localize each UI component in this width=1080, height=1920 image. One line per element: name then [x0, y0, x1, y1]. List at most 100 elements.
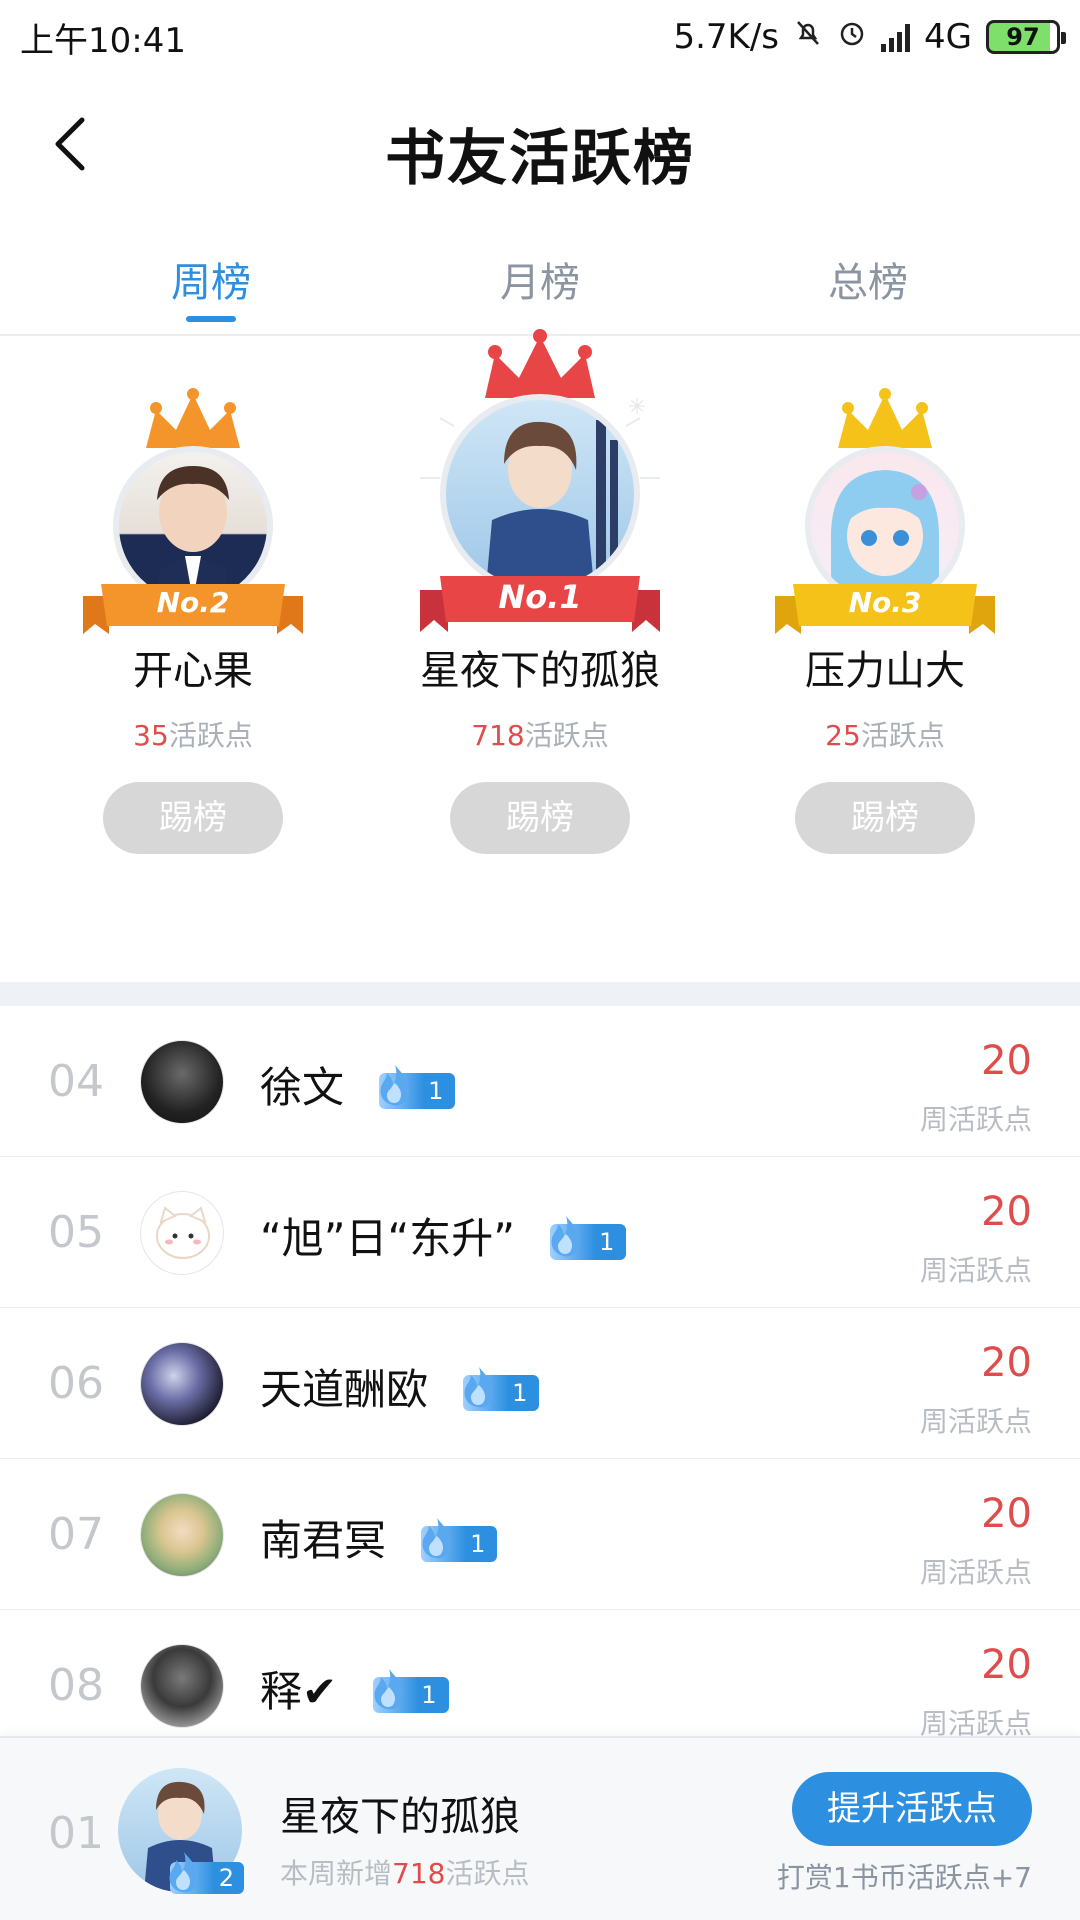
podium: No.2 开心果 35活跃点 踢榜 ✳ No.1 星夜下的孤狼 718活跃点 踢…: [0, 329, 1080, 978]
level-number: 2: [218, 1864, 234, 1892]
list-item[interactable]: 06 天道酬欧 1 20 周活跃点: [0, 1308, 1080, 1459]
user-row-name: 南君冥 1: [260, 1507, 498, 1568]
page-title: 书友活跃榜: [385, 124, 695, 194]
flame-icon: [464, 1366, 494, 1407]
svg-text:✳: ✳: [628, 395, 646, 420]
rank-number: 08: [48, 1660, 104, 1711]
points-value: 718: [471, 719, 525, 752]
crown-icon: [838, 388, 932, 448]
points-suffix: 活跃点: [168, 719, 253, 752]
kick-button[interactable]: 踢榜: [795, 782, 975, 854]
tab-weekly[interactable]: 周榜: [111, 250, 311, 322]
rank-number: 05: [48, 1207, 104, 1258]
level-badge: 1: [463, 1366, 540, 1411]
points-value: 35: [133, 719, 169, 752]
podium-third: No.3 压力山大 25活跃点 踢榜: [735, 388, 1035, 854]
points-value: 20: [981, 1340, 1032, 1386]
page: 上午10:41 5.7K/s 4G 97 书友活跃榜 周榜 月榜 总榜 No.2…: [0, 0, 1080, 1920]
network-speed: 5.7K/s: [673, 17, 780, 57]
podium-second: No.2 开心果 35活跃点 踢榜: [43, 388, 343, 854]
points-value: 20: [981, 1189, 1032, 1235]
sub-value: 718: [392, 1857, 446, 1890]
podium-name: 压力山大: [805, 648, 965, 694]
user-row-name: 徐文 1: [260, 1054, 456, 1115]
rank-label: No.3: [848, 586, 922, 619]
tab-label: 月榜: [500, 260, 580, 306]
avatar[interactable]: [140, 1644, 224, 1728]
podium-points: 35活跃点: [43, 714, 343, 754]
avatar[interactable]: [140, 1191, 224, 1275]
level-badge: 1: [379, 1064, 456, 1109]
podium-first: ✳ No.1 星夜下的孤狼 718活跃点 踢榜: [390, 328, 690, 854]
user-name: 天道酬欧: [260, 1365, 429, 1414]
signal-icon: [881, 22, 911, 52]
boost-note: 打赏1书币活跃点+7: [776, 1861, 1032, 1894]
points-label: 周活跃点: [919, 1254, 1032, 1287]
boost-points-button[interactable]: 提升活跃点: [792, 1772, 1032, 1846]
rank-label: No.1: [498, 578, 582, 616]
status-indicators: 5.7K/s 4G 97: [673, 17, 1066, 57]
user-name: 释✔: [260, 1667, 338, 1716]
tab-bar: 周榜 月榜 总榜: [0, 224, 1080, 336]
kick-button[interactable]: 踢榜: [450, 782, 630, 854]
level-badge: 1: [550, 1215, 627, 1260]
avatar[interactable]: [140, 1493, 224, 1577]
points-value: 20: [981, 1038, 1032, 1084]
points-suffix: 活跃点: [860, 719, 945, 752]
tab-label: 总榜: [828, 260, 908, 306]
flame-icon: [380, 1064, 410, 1105]
flame-icon: [374, 1668, 403, 1709]
flame-icon: [169, 1852, 199, 1893]
points-value: 20: [981, 1642, 1032, 1688]
battery-icon: 97: [986, 20, 1066, 54]
list-item[interactable]: 04 徐文 1 20 周活跃点: [0, 1006, 1080, 1157]
user-row-name: 释✔ 1: [260, 1658, 449, 1719]
list-item[interactable]: 07 南君冥 1 20 周活跃点: [0, 1459, 1080, 1610]
level-badge: 1: [372, 1668, 449, 1713]
level-badge: 1: [421, 1517, 498, 1562]
avatar[interactable]: [140, 1342, 224, 1426]
kick-button[interactable]: 踢榜: [103, 782, 283, 854]
points-value: 25: [825, 719, 861, 752]
avatar[interactable]: [140, 1040, 224, 1124]
section-divider: [0, 982, 1080, 1006]
podium-points: 25活跃点: [735, 714, 1035, 754]
crown-icon: [485, 329, 595, 398]
my-rank-number: 01: [48, 1808, 104, 1859]
status-bar: 上午10:41 5.7K/s 4G 97: [0, 0, 1080, 74]
level-number: 1: [599, 1227, 615, 1256]
flame-icon: [422, 1517, 452, 1558]
podium-name: 星夜下的孤狼: [420, 648, 660, 694]
user-name: 南君冥: [260, 1516, 387, 1565]
points-value: 20: [981, 1491, 1032, 1537]
rank-number: 04: [48, 1056, 104, 1107]
network-type: 4G: [924, 17, 972, 57]
user-row-name: 天道酬欧 1: [260, 1356, 540, 1417]
podium-points: 718活跃点: [390, 714, 690, 754]
my-rank-bar: 01 2 星夜下的孤狼 本周新增718活跃点 提升活跃点 打赏1书币活跃点+7: [0, 1736, 1080, 1920]
flame-icon: [551, 1215, 581, 1256]
user-name: 徐文: [260, 1063, 345, 1112]
avatar-frame: No.2: [83, 388, 303, 638]
points-suffix: 活跃点: [524, 719, 609, 752]
level-number: 1: [470, 1529, 486, 1558]
rank-label: No.2: [156, 586, 230, 619]
tab-active-indicator: [186, 316, 236, 322]
crown-icon: [146, 388, 240, 448]
avatar[interactable]: [440, 394, 640, 594]
level-number: 1: [512, 1378, 528, 1407]
tab-monthly[interactable]: 月榜: [440, 250, 640, 308]
points-label: 周活跃点: [919, 1405, 1032, 1438]
my-weekly-points: 本周新增718活跃点: [280, 1852, 529, 1892]
list-item[interactable]: 05 “旭”日“东升” 1 20 周活跃点: [0, 1157, 1080, 1308]
podium-name: 开心果: [133, 648, 253, 694]
rank-list: 04 徐文 1 20 周活跃点 05 “旭”日“东升” 1 20 周活跃点 06…: [0, 1006, 1080, 1761]
points-label: 周活跃点: [919, 1103, 1032, 1136]
header: 书友活跃榜: [0, 74, 1080, 224]
user-name: “旭”日“东升”: [260, 1214, 516, 1263]
avatar-frame: ✳ No.1: [410, 328, 670, 638]
tab-total[interactable]: 总榜: [768, 250, 968, 308]
rank-number: 07: [48, 1509, 104, 1560]
alarm-icon: [837, 17, 867, 57]
rank-number: 06: [48, 1358, 104, 1409]
